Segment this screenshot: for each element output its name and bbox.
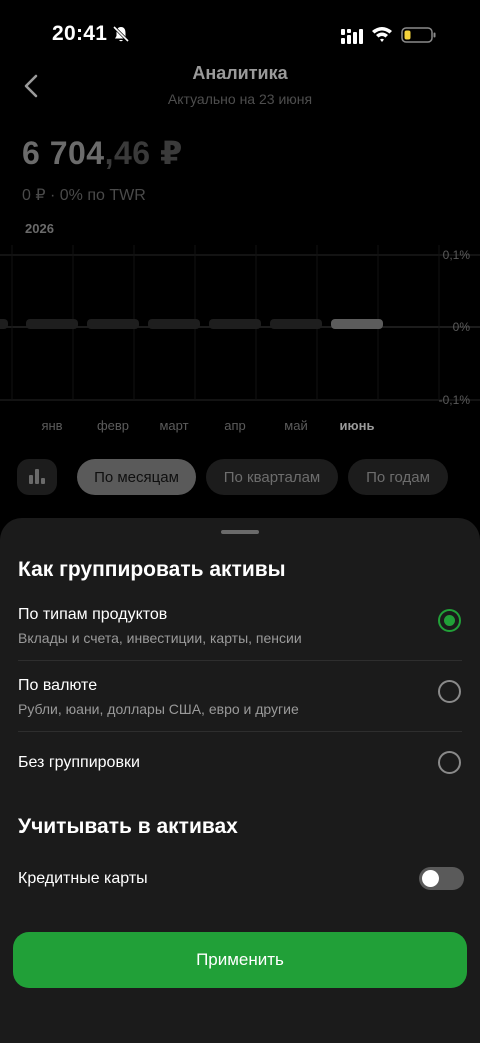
radio-selected[interactable] <box>438 609 461 632</box>
toggle-knob <box>422 870 439 887</box>
return-change: 0 ₽ · 0% по TWR <box>22 187 146 204</box>
x-tick-label: янв <box>41 418 62 433</box>
include-section-title: Учитывать в активах <box>18 815 238 838</box>
x-tick-label: март <box>159 418 188 433</box>
bar-6 <box>331 319 383 329</box>
x-tick-label: май <box>284 418 307 433</box>
bar-4 <box>209 319 261 329</box>
bar-1 <box>26 319 78 329</box>
x-tick-label: февр <box>97 418 129 433</box>
bar-partial <box>0 319 8 329</box>
page-title: Аналитика <box>192 63 288 83</box>
apply-button[interactable]: Применить <box>13 932 467 988</box>
bell-muted-icon <box>112 25 130 43</box>
option-title: По валюте <box>18 677 98 694</box>
y-tick-label: -0,1% <box>439 393 471 407</box>
option-by-currency[interactable]: По валюте Рубли, юани, доллары США, евро… <box>0 669 480 731</box>
option-desc: Рубли, юани, доллары США, евро и другие <box>18 701 299 717</box>
amount-decimal: ,46 ₽ <box>104 135 183 171</box>
credit-cards-label: Кредитные карты <box>18 870 148 887</box>
bar-2 <box>87 319 139 329</box>
radio-unselected[interactable] <box>438 680 461 703</box>
y-tick-label: 0% <box>453 320 471 334</box>
option-title: Без группировки <box>18 754 140 771</box>
radio-unselected[interactable] <box>438 751 461 774</box>
total-amount: 6 704,46 ₽ <box>22 134 183 172</box>
page-subtitle: Актуально на 23 июня <box>167 91 313 107</box>
bar-5 <box>270 319 322 329</box>
wifi-icon <box>372 27 392 42</box>
y-tick-label: 0,1% <box>443 248 471 262</box>
credit-cards-toggle[interactable] <box>419 867 464 890</box>
amount-integer: 6 704 <box>22 135 105 171</box>
cellular-signal-icon <box>341 29 363 44</box>
period-chip-years[interactable]: По годам <box>348 459 448 495</box>
chart-type-button[interactable] <box>17 459 57 495</box>
grouping-bottom-sheet: Как группировать активы По типам продукт… <box>0 518 480 1043</box>
credit-cards-row[interactable]: Кредитные карты <box>0 858 480 898</box>
x-tick-label: апр <box>224 418 246 433</box>
bar-3 <box>148 319 200 329</box>
monthly-bar-chart[interactable]: 0,1% 0% -0,1% янв февр март апр май июнь <box>0 215 480 445</box>
option-desc: Вклады и счета, инвестиции, карты, пенси… <box>18 630 302 646</box>
bar-chart-icon <box>29 469 45 484</box>
status-time: 20:41 <box>52 22 108 45</box>
option-title: По типам продуктов <box>18 606 168 623</box>
battery-icon <box>401 27 436 43</box>
option-no-grouping[interactable]: Без группировки <box>0 740 480 790</box>
divider <box>18 731 462 732</box>
option-by-product-type[interactable]: По типам продуктов Вклады и счета, инвес… <box>0 598 480 660</box>
group-section-title: Как группировать активы <box>18 558 286 581</box>
sheet-drag-handle[interactable] <box>221 530 259 534</box>
x-tick-label: июнь <box>340 418 375 433</box>
status-bar: 20:41 <box>0 0 480 70</box>
divider <box>18 660 462 661</box>
period-chip-quarters[interactable]: По кварталам <box>206 459 338 495</box>
period-chip-months[interactable]: По месяцам <box>77 459 196 495</box>
